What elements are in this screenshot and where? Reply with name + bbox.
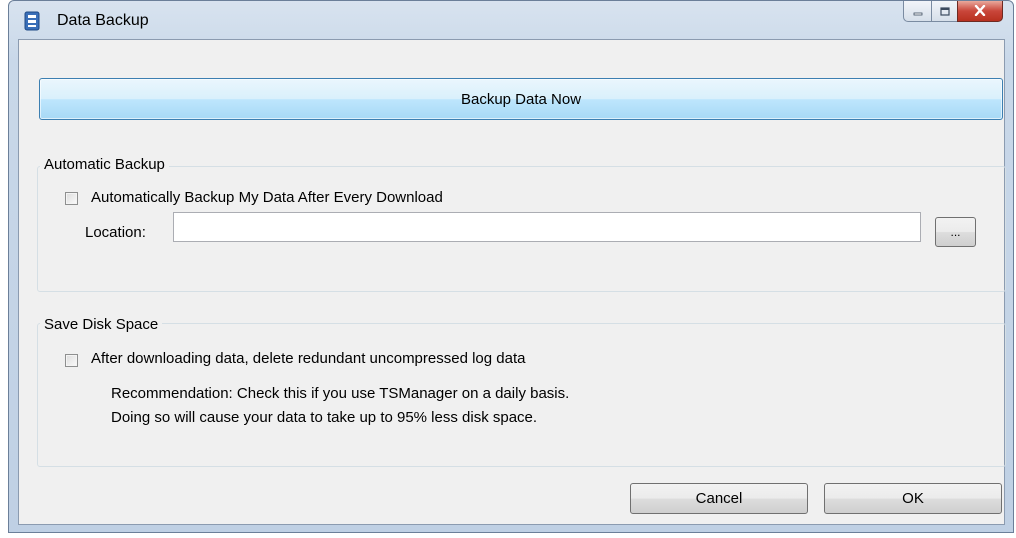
maximize-icon (939, 3, 950, 20)
delete-log-data-checkbox-label[interactable]: After downloading data, delete redundant… (91, 350, 525, 367)
data-backup-window: Data Backup Backup Data Now Automatic Ba… (8, 0, 1014, 533)
maximize-button[interactable] (931, 1, 957, 22)
close-button[interactable] (957, 1, 1003, 22)
recommendation-line-1: Recommendation: Check this if you use TS… (111, 385, 570, 402)
delete-log-data-checkbox[interactable] (65, 354, 78, 367)
close-icon (974, 3, 986, 20)
window-title: Data Backup (57, 12, 149, 29)
backup-data-now-button[interactable]: Backup Data Now (39, 78, 1003, 120)
cancel-button[interactable]: Cancel (630, 483, 808, 514)
auto-backup-checkbox[interactable] (65, 192, 78, 205)
location-label: Location: (85, 224, 146, 241)
automatic-backup-group-label: Automatic Backup (40, 156, 169, 173)
browse-location-button[interactable]: ... (935, 217, 976, 247)
tsmanager-app-icon (23, 11, 41, 31)
minimize-button[interactable] (903, 1, 931, 22)
dialog-client-area: Backup Data Now Automatic Backup Automat… (18, 39, 1006, 525)
location-input[interactable] (173, 212, 921, 242)
minimize-icon (913, 3, 923, 20)
recommendation-line-2: Doing so will cause your data to take up… (111, 409, 538, 426)
ok-button[interactable]: OK (824, 483, 1002, 514)
title-bar[interactable]: Data Backup (9, 1, 1013, 41)
save-disk-space-group-label: Save Disk Space (40, 316, 163, 333)
auto-backup-checkbox-label[interactable]: Automatically Backup My Data After Every… (91, 189, 443, 206)
caption-buttons (903, 1, 1003, 23)
